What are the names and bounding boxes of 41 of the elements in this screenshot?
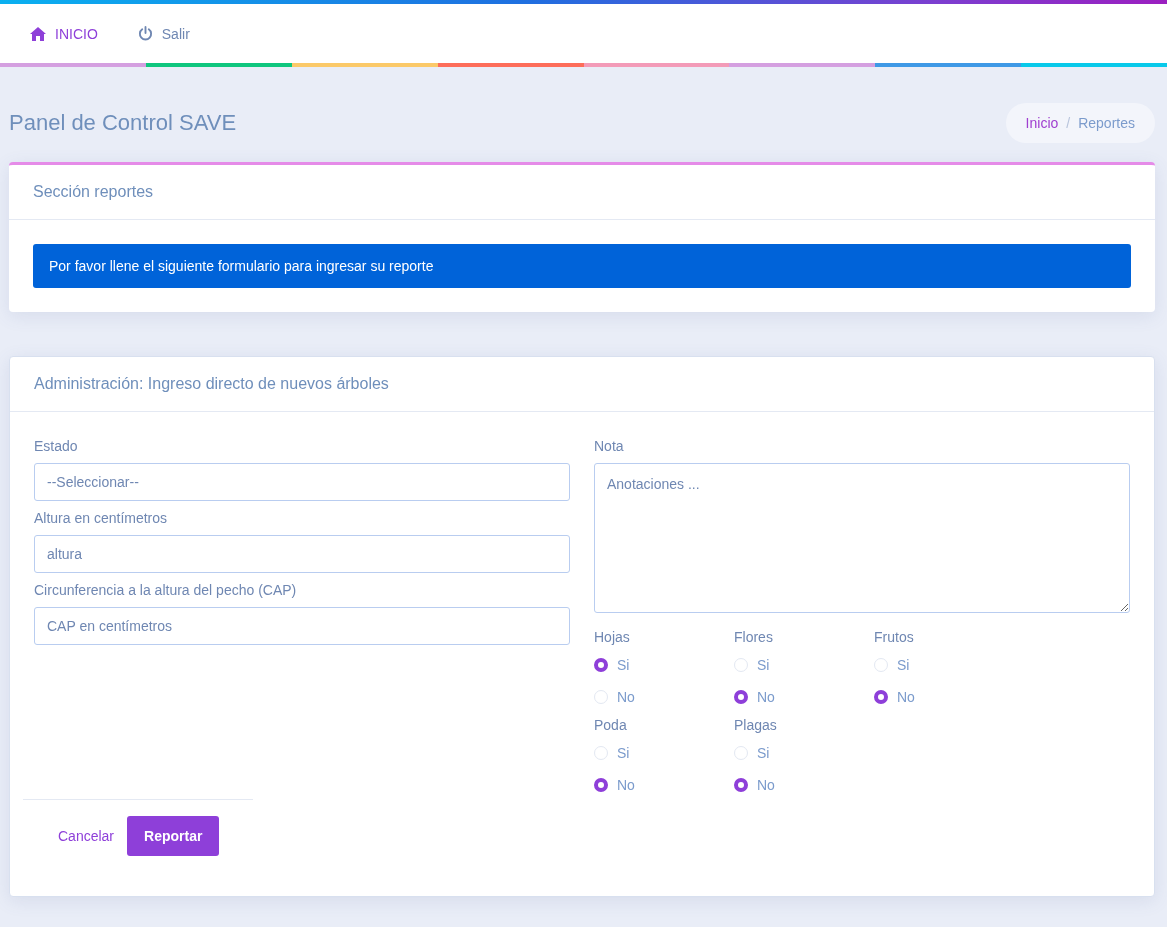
radio-label: No (897, 689, 915, 705)
report-button[interactable]: Reportar (127, 816, 220, 856)
radio-label: No (757, 777, 775, 793)
breadcrumb-current: Reportes (1078, 115, 1135, 131)
radio-group-label: Frutos (874, 629, 915, 645)
radio-group-label: Hojas (594, 629, 631, 645)
radio-label: Si (757, 745, 770, 761)
info-alert: Por favor llene el siguiente formulario para ingresar su reporte (33, 244, 1131, 288)
input-field[interactable]: CAP en centímetros (34, 607, 570, 645)
input-field[interactable]: altura (34, 535, 570, 573)
radio-button[interactable] (734, 778, 748, 792)
radio-label: Si (617, 745, 630, 761)
home-icon (30, 26, 46, 41)
breadcrumb-link[interactable]: Inicio (1025, 115, 1059, 131)
radio-button[interactable] (874, 690, 888, 704)
radio-group-label: Poda (594, 717, 628, 733)
note-textarea[interactable]: Anotaciones ... (594, 463, 1130, 613)
nav-link[interactable]: INICIO (30, 25, 98, 42)
radio-group-label: Plagas (734, 717, 778, 733)
field-label: Estado (34, 438, 79, 454)
radio-button[interactable] (594, 778, 608, 792)
radio-label: Si (617, 657, 630, 673)
nav-link[interactable]: Salir (137, 25, 190, 42)
cancel-link[interactable]: Cancelar (58, 828, 115, 844)
radio-button[interactable] (594, 658, 608, 672)
card-title: Sección reportes (9, 165, 1155, 220)
breadcrumb-separator: / (1066, 115, 1071, 131)
page-title: Panel de Control SAVE (9, 110, 237, 136)
radio-label: No (617, 777, 635, 793)
radio-group-label: Flores (734, 629, 774, 645)
power-icon (137, 26, 153, 41)
input-field[interactable]: --Seleccionar-- (34, 463, 570, 501)
field-label: Altura en centímetros (34, 510, 169, 526)
card-title: Administración: Ingreso directo de nuevos árboles (10, 357, 1154, 412)
radio-label: Si (897, 657, 910, 673)
radio-label: Si (757, 657, 770, 673)
radio-label: No (617, 689, 635, 705)
field-label: Nota (594, 438, 625, 454)
radio-label: No (757, 689, 775, 705)
radio-button[interactable] (734, 690, 748, 704)
field-label: Circunferencia a la altura del pecho (CAP) (34, 582, 298, 598)
